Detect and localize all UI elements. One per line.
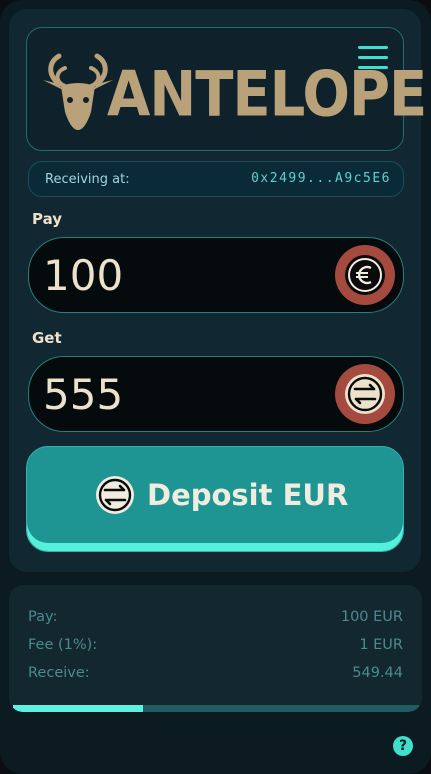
- euro-symbol-icon: [345, 255, 385, 295]
- transaction-summary: Pay: 100 EUR Fee (1%): 1 EUR Receive: 54…: [9, 585, 422, 712]
- summary-value: 1 EUR: [359, 637, 403, 653]
- help-icon[interactable]: ?: [393, 736, 413, 756]
- wallet-address[interactable]: 0x2499...A9c5E6: [251, 171, 391, 186]
- pay-field: [28, 237, 404, 313]
- antelope-head-icon: [43, 53, 113, 130]
- deposit-button[interactable]: Deposit EUR: [26, 446, 404, 552]
- summary-value: 100 EUR: [340, 609, 403, 625]
- exchange-coin-icon[interactable]: [335, 364, 395, 424]
- receiving-address-bar: Receiving at: 0x2499...A9c5E6: [28, 161, 404, 197]
- euro-coin-icon[interactable]: [335, 245, 395, 305]
- get-field: [28, 356, 404, 432]
- progress-bar: [13, 705, 419, 712]
- exchange-panel: ANTELOPE Receiving at: 0x2499...A9c5E6 P…: [9, 9, 427, 572]
- exchange-icon: [96, 476, 134, 514]
- brand-header: ANTELOPE: [26, 27, 427, 151]
- summary-value: 549.44: [352, 665, 403, 681]
- pay-amount-input[interactable]: [41, 246, 325, 304]
- exchange-arrows-icon: [345, 374, 385, 414]
- pay-label: Pay: [32, 210, 63, 228]
- hamburger-menu-icon[interactable]: [358, 46, 388, 72]
- brand-name: ANTELOPE: [107, 58, 427, 132]
- get-amount-input[interactable]: [41, 365, 325, 423]
- deposit-button-label: Deposit EUR: [147, 478, 349, 512]
- summary-key: Fee (1%):: [28, 637, 98, 653]
- get-label: Get: [32, 329, 62, 347]
- receiving-label: Receiving at:: [45, 172, 130, 187]
- summary-key: Pay:: [28, 609, 58, 625]
- app-window: ANTELOPE Receiving at: 0x2499...A9c5E6 P…: [0, 0, 431, 774]
- summary-key: Receive:: [28, 665, 90, 681]
- progress-fill: [13, 705, 143, 712]
